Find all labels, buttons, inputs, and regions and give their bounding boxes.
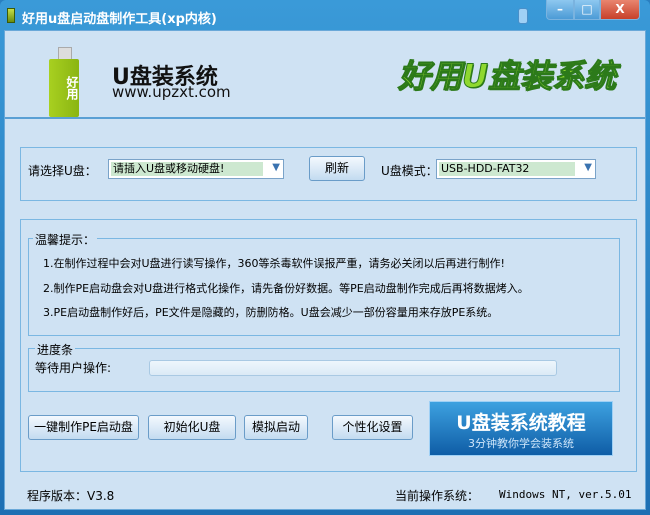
slogan: 好用U盘装系统 bbox=[398, 57, 617, 96]
maximize-button[interactable]: □ bbox=[574, 0, 600, 20]
tray-icon[interactable] bbox=[518, 8, 528, 24]
mode-select[interactable]: USB-HDD-FAT32 ▼ bbox=[436, 159, 596, 179]
tips-group: 温馨提示： 1.在制作过程中会对U盘进行读写操作，360等杀毒软件误报严重，请务… bbox=[28, 231, 620, 336]
tutorial-title: U盘装系统教程 bbox=[456, 412, 586, 434]
brand-site: www.upzxt.com bbox=[112, 83, 231, 101]
version-label: 程序版本：V3.8 bbox=[27, 489, 115, 503]
tip-item: 1.在制作过程中会对U盘进行读写操作，360等杀毒软件误报严重，请务必关闭以后再… bbox=[43, 257, 505, 270]
os-value: Windows NT, ver.5.01 bbox=[499, 488, 632, 501]
select-panel: 请选择U盘： 请插入U盘或移动硬盘! ▼ 刷新 U盘模式： USB-HDD-FA… bbox=[20, 147, 637, 201]
refresh-button[interactable]: 刷新 bbox=[309, 156, 365, 181]
mode-select-value: USB-HDD-FAT32 bbox=[439, 162, 575, 176]
app-window: 好用u盘启动盘制作工具(xp内核) – □ X 好用 U盘装系统 www.upz… bbox=[0, 0, 650, 515]
disk-select-value: 请插入U盘或移动硬盘! bbox=[111, 162, 263, 176]
progress-status: 等待用户操作: bbox=[35, 361, 112, 375]
banner: 好用 U盘装系统 www.upzxt.com 好用U盘装系统 bbox=[5, 31, 645, 119]
custom-settings-button[interactable]: 个性化设置 bbox=[332, 415, 413, 440]
progress-title: 进度条 bbox=[35, 341, 76, 358]
simulate-boot-button[interactable]: 模拟启动 bbox=[244, 415, 308, 440]
client-area: 好用 U盘装系统 www.upzxt.com 好用U盘装系统 请选择U盘： 请插… bbox=[4, 30, 646, 510]
disk-label: 请选择U盘： bbox=[28, 164, 97, 178]
chevron-down-icon: ▼ bbox=[584, 162, 592, 173]
close-button[interactable]: X bbox=[600, 0, 640, 20]
tip-item: 3.PE启动盘制作好后，PE文件是隐藏的，防删防格。U盘会减少一部份容量用来存放… bbox=[43, 306, 499, 319]
tips-title: 温馨提示： bbox=[33, 231, 98, 248]
usb-app-icon bbox=[7, 8, 15, 23]
os-label: 当前操作系统： bbox=[395, 489, 480, 503]
progress-bar bbox=[149, 360, 557, 376]
mode-label: U盘模式： bbox=[381, 164, 438, 178]
usb-logo: 好用 bbox=[49, 59, 79, 117]
tutorial-button[interactable]: U盘装系统教程 3分钟教你学会装系统 bbox=[429, 401, 613, 456]
minimize-button[interactable]: – bbox=[546, 0, 574, 20]
tutorial-subtitle: 3分钟教你学会装系统 bbox=[468, 437, 574, 450]
disk-select[interactable]: 请插入U盘或移动硬盘! ▼ bbox=[108, 159, 284, 179]
title-bar[interactable]: 好用u盘启动盘制作工具(xp内核) – □ X bbox=[0, 0, 650, 30]
chevron-down-icon: ▼ bbox=[272, 162, 280, 173]
make-boot-disk-button[interactable]: 一键制作PE启动盘 bbox=[28, 415, 139, 440]
tip-item: 2.制作PE启动盘会对U盘进行格式化操作，请先备份好数据。等PE启动盘制作完成后… bbox=[43, 282, 529, 295]
init-disk-button[interactable]: 初始化U盘 bbox=[148, 415, 236, 440]
window-title: 好用u盘启动盘制作工具(xp内核) bbox=[22, 12, 217, 27]
